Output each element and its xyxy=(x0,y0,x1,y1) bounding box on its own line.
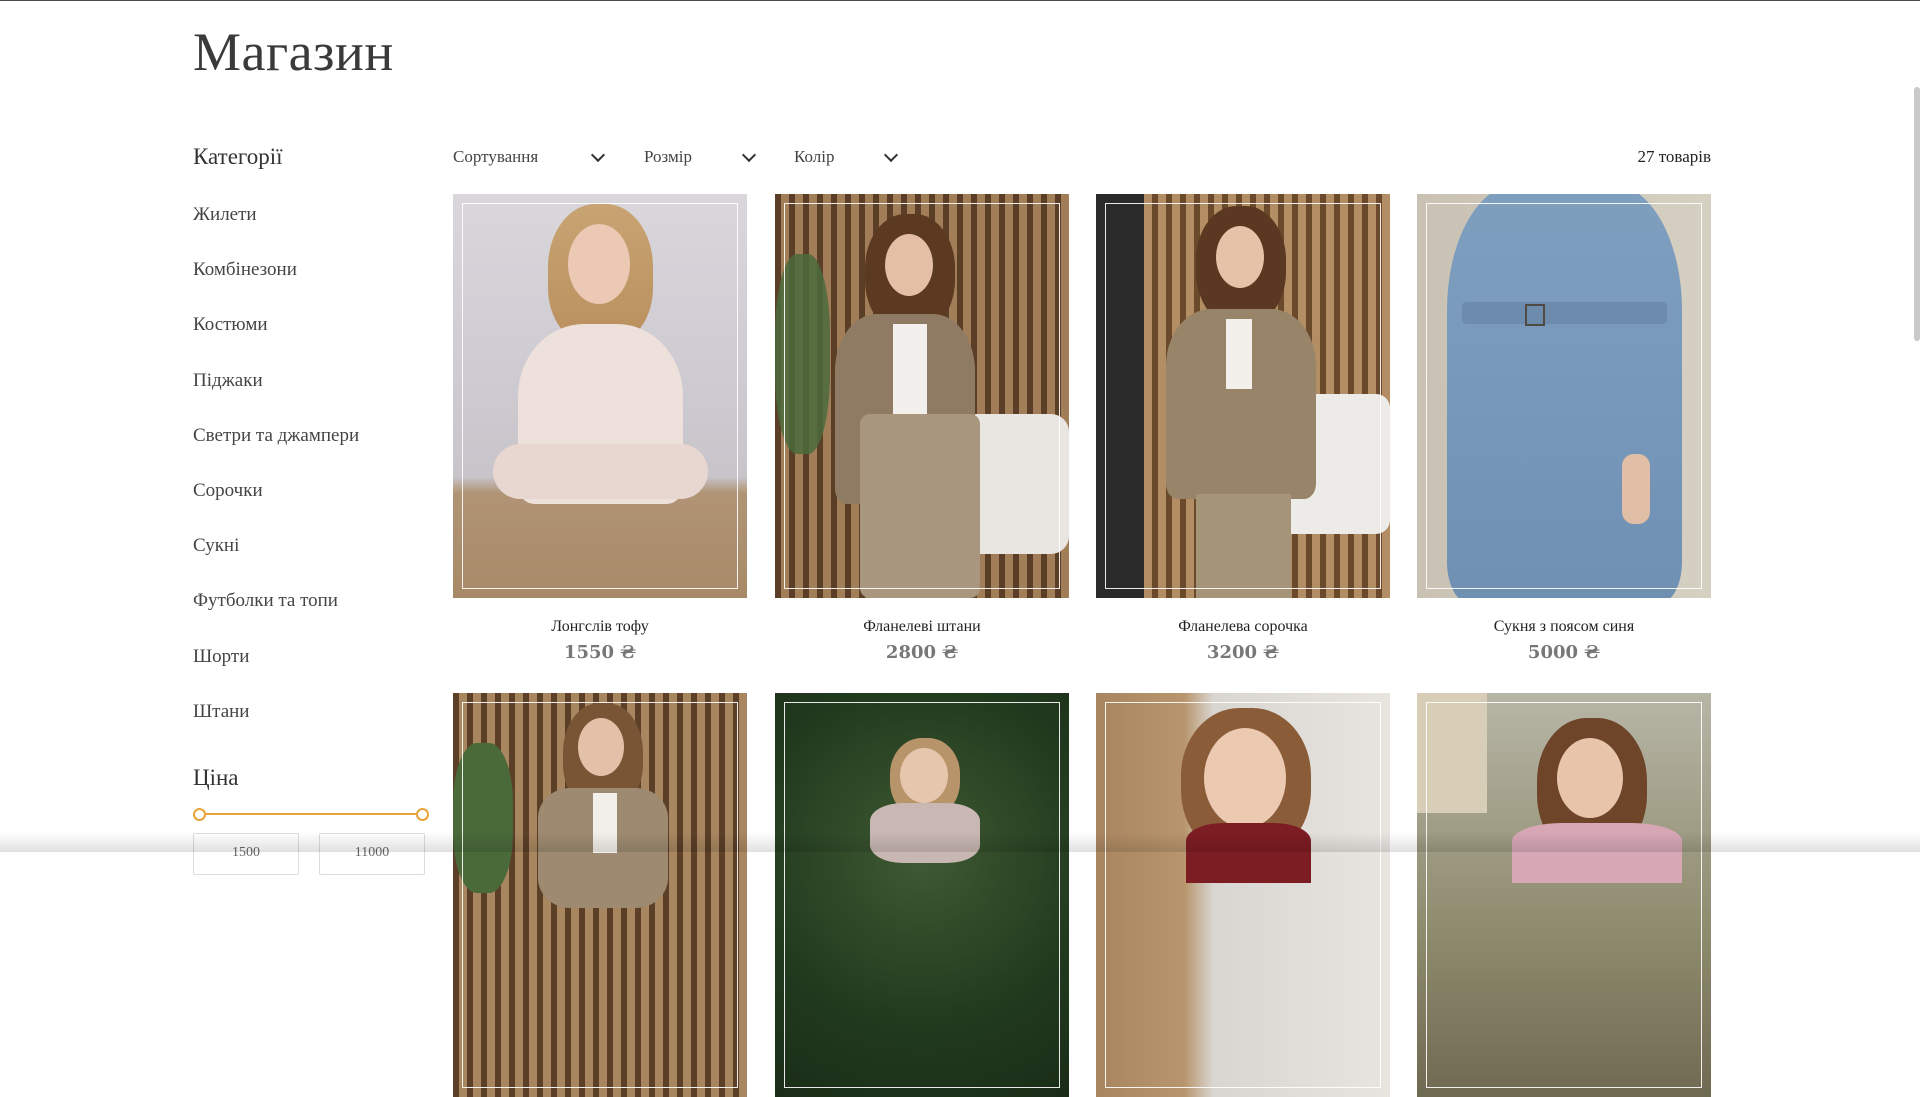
color-label: Колір xyxy=(794,147,835,166)
image-frame xyxy=(1105,203,1381,589)
chevron-down-icon xyxy=(883,147,899,163)
price-heading: Ціна xyxy=(193,765,239,790)
product-image[interactable] xyxy=(775,693,1069,1097)
product-image[interactable] xyxy=(1096,693,1390,1097)
size-label: Розмір xyxy=(644,147,692,166)
image-frame xyxy=(462,203,738,589)
category-item-sweaters[interactable]: Светри та джампери xyxy=(193,425,359,480)
image-frame xyxy=(1426,702,1702,1088)
price-slider-track xyxy=(198,813,424,815)
category-item-shirts[interactable]: Сорочки xyxy=(193,480,359,535)
image-frame xyxy=(784,203,1060,589)
product-price: 2800 ₴ xyxy=(885,642,959,663)
product-price: 3200 ₴ xyxy=(1206,642,1280,663)
category-item-trousers[interactable]: Штани xyxy=(193,701,359,756)
category-list: Жилети Комбінезони Костюми Піджаки Светр… xyxy=(193,204,359,756)
category-item-suits[interactable]: Костюми xyxy=(193,314,359,369)
price-max-handle[interactable] xyxy=(416,808,429,821)
product-name[interactable]: Лонгслів тофу xyxy=(453,618,747,636)
category-item-tshirts-tops[interactable]: Футболки та топи xyxy=(193,590,359,645)
image-frame xyxy=(1105,702,1381,1088)
product-image[interactable] xyxy=(775,194,1069,598)
category-item-dresses[interactable]: Сукні xyxy=(193,535,359,590)
image-frame xyxy=(462,702,738,1088)
price-min-handle[interactable] xyxy=(193,808,206,821)
product-image[interactable] xyxy=(1096,194,1390,598)
image-frame xyxy=(1426,203,1702,589)
product-image[interactable] xyxy=(453,194,747,598)
product-image[interactable] xyxy=(1417,693,1711,1097)
categories-heading: Категорії xyxy=(193,144,283,169)
sort-label: Сортування xyxy=(453,147,539,166)
category-item-vests[interactable]: Жилети xyxy=(193,204,359,259)
chevron-down-icon xyxy=(590,147,606,163)
image-frame xyxy=(784,702,1060,1088)
product-price: 1550 ₴ xyxy=(563,642,637,663)
category-item-jumpsuits[interactable]: Комбінезони xyxy=(193,259,359,314)
product-name[interactable]: Фланелева сорочка xyxy=(1096,618,1390,636)
product-count: 27 товарів xyxy=(1637,147,1711,166)
product-image[interactable] xyxy=(1417,194,1711,598)
product-price: 5000 ₴ xyxy=(1527,642,1601,663)
product-name[interactable]: Фланелеві штани xyxy=(775,618,1069,636)
product-image[interactable] xyxy=(453,693,747,1097)
category-item-jackets[interactable]: Піджаки xyxy=(193,370,359,425)
sort-dropdown[interactable]: Сортування xyxy=(453,147,606,167)
viewport-shadow xyxy=(0,832,1920,852)
product-name[interactable]: Сукня з поясом синя xyxy=(1417,618,1711,636)
color-dropdown[interactable]: Колір xyxy=(794,147,899,167)
page-title: Магазин xyxy=(193,22,394,82)
category-item-shorts[interactable]: Шорти xyxy=(193,646,359,701)
chevron-down-icon xyxy=(741,147,757,163)
size-dropdown[interactable]: Розмір xyxy=(644,147,757,167)
page-scrollbar[interactable] xyxy=(1914,87,1920,341)
price-range-slider[interactable] xyxy=(193,807,429,821)
